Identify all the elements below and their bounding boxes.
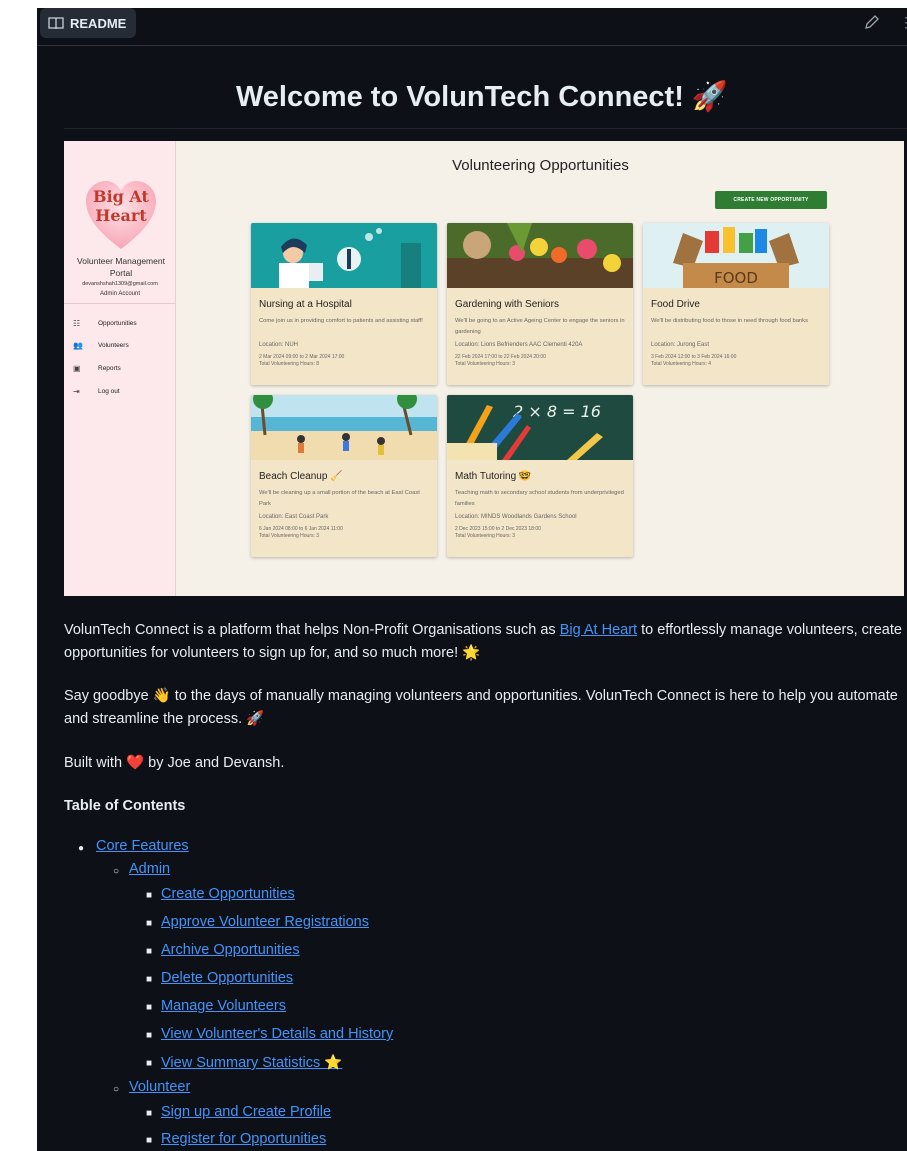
pencil-icon[interactable] [863, 13, 881, 31]
list-icon: ☷ [73, 319, 81, 328]
account-type: Admin Account [99, 291, 141, 297]
svg-text:2 × 8 = 16: 2 × 8 = 16 [513, 402, 601, 421]
card-hours: Total Volunteering Hours: 4 [651, 361, 712, 367]
nurse-illustration [251, 223, 437, 288]
portal-title: Volunteer Management Portal [77, 256, 165, 278]
toc-link-admin-item[interactable]: Manage Volunteers [161, 998, 286, 1014]
toc-link-admin[interactable]: Admin [129, 861, 170, 877]
readme-tab-label: README [70, 15, 127, 31]
bullet-square: ■ [146, 946, 153, 957]
opportunity-card[interactable]: 2 × 8 = 16 Math Tutoring 🤓 Teaching math… [447, 395, 633, 557]
card-date: 2 Mar 2024 09:00 to 2 Mar 2024 17:00 [259, 354, 345, 360]
svg-text:FOOD: FOOD [714, 269, 758, 287]
report-icon: ▣ [73, 364, 81, 373]
sidebar-item-opportunities[interactable]: ☷ Opportunities [64, 318, 176, 332]
card-hours: Total Volunteering Hours: 3 [259, 533, 320, 539]
readme-title: Welcome to VolunTech Connect! 🚀 [235, 81, 729, 113]
opportunity-card[interactable]: Nursing at a Hospital Come join us in pr… [251, 223, 437, 385]
sidebar-item-volunteers[interactable]: 👥 Volunteers [64, 340, 176, 354]
toc-link-admin-item[interactable]: Approve Volunteer Registrations [161, 914, 369, 930]
big-at-heart-link[interactable]: Big At Heart [560, 622, 637, 638]
card-hours: Total Volunteering Hours: 8 [259, 361, 320, 367]
goodbye-paragraph: Say goodbye 👋 to the days of manually ma… [64, 688, 898, 727]
toc-link-volunteer[interactable]: Volunteer [129, 1079, 190, 1095]
toc-link-volunteer-item[interactable]: Register for Opportunities [161, 1131, 326, 1147]
math-chalkboard-photo: 2 × 8 = 16 [447, 395, 633, 460]
card-description: We'll be distributing food to those in n… [651, 318, 808, 324]
card-date: 22 Feb 2024 17:00 to 22 Feb 2024 20:00 [455, 354, 546, 360]
opportunity-card[interactable]: FOOD Food Drive We'll be distributing fo… [643, 223, 829, 385]
app-screenshot: Big At Heart Volunteer Management Portal… [64, 141, 904, 596]
book-icon [48, 17, 64, 30]
toc-heading: Table of Contents [64, 798, 186, 814]
card-title: Beach Cleanup 🧹 [259, 471, 343, 482]
card-location: Location: East Coast Park [259, 514, 329, 520]
readme-tabbar: README ⋮ [37, 8, 907, 46]
account-email: devanshshah1309@gmail.com [82, 281, 158, 287]
bullet-square: ■ [146, 1030, 153, 1041]
sidebar-item-logout[interactable]: ⇥ Log out [64, 386, 176, 400]
bullet-square: ■ [146, 1135, 153, 1146]
card-date: 3 Feb 2024 12:00 to 3 Feb 2024 16:00 [651, 354, 737, 360]
bullet-circle: ○ [113, 1084, 120, 1095]
bullet-square: ■ [146, 918, 153, 929]
beach-illustration [251, 395, 437, 460]
card-title: Math Tutoring 🤓 [455, 471, 532, 482]
opportunity-card[interactable]: Gardening with Seniors We'll be going to… [447, 223, 633, 385]
bullet-square: ■ [146, 1108, 153, 1119]
built-with-paragraph: Built with ❤️ by Joe and Devansh. [64, 755, 285, 771]
toc-link-admin-item[interactable]: View Summary Statistics ⭐ [161, 1054, 342, 1071]
logout-icon: ⇥ [73, 387, 80, 396]
card-title: Gardening with Seniors [455, 299, 559, 310]
toc-link-volunteer-item[interactable]: Sign up and Create Profile [161, 1104, 331, 1120]
toc-link-core-features[interactable]: Core Features [96, 838, 189, 854]
card-title: Nursing at a Hospital [259, 299, 352, 310]
card-date: 6 Jan 2024 08:00 to 6 Jan 2024 11:00 [259, 526, 343, 532]
card-date: 2 Dec 2023 15:00 to 2 Dec 2023 18:00 [455, 526, 541, 532]
more-icon[interactable]: ⋮ [899, 14, 907, 30]
app-page-title: Volunteering Opportunities [452, 157, 629, 174]
bullet-disc: ● [78, 843, 85, 854]
card-location: Location: Lions Befrienders AAC Clementi… [455, 342, 583, 348]
sidebar-divider [64, 303, 176, 304]
toc-link-admin-item[interactable]: View Volunteer's Details and History [161, 1026, 393, 1042]
card-location: Location: MINDS Woodlands Gardens School [455, 514, 577, 520]
title-divider [64, 128, 907, 129]
bullet-square: ■ [146, 890, 153, 901]
intro-paragraph: VolunTech Connect is a platform that hel… [64, 622, 902, 661]
bullet-square: ■ [146, 1002, 153, 1013]
garden-photo [447, 223, 633, 288]
bullet-circle: ○ [113, 866, 120, 877]
sidebar-item-reports[interactable]: ▣ Reports [64, 363, 176, 377]
bullet-square: ■ [146, 974, 153, 985]
opportunity-card[interactable]: Beach Cleanup 🧹 We'll be cleaning up a s… [251, 395, 437, 557]
card-hours: Total Volunteering Hours: 3 [455, 533, 516, 539]
toc-link-admin-item[interactable]: Delete Opportunities [161, 970, 293, 986]
toc-link-admin-item[interactable]: Archive Opportunities [161, 942, 300, 958]
toc-link-admin-item[interactable]: Create Opportunities [161, 886, 295, 902]
create-opportunity-button[interactable]: CREATE NEW OPPORTUNITY [715, 191, 827, 209]
card-title: Food Drive [651, 299, 700, 310]
card-description: Come join us in providing comfort to pat… [259, 318, 423, 324]
card-description: We'll be cleaning up a small portion of … [259, 490, 420, 507]
app-sidebar: Big At Heart Volunteer Management Portal… [64, 141, 176, 596]
logo-text: Big At Heart [93, 187, 149, 225]
card-hours: Total Volunteering Hours: 3 [455, 361, 516, 367]
readme-panel: README ⋮ Welcome to VolunTech Connect! 🚀… [37, 8, 907, 1151]
bullet-square: ■ [146, 1058, 153, 1069]
card-description: We'll be going to an Active Ageing Cente… [455, 318, 625, 335]
card-location: Location: NUH [259, 342, 299, 348]
food-box-illustration: FOOD [643, 223, 829, 288]
card-location: Location: Jurong East [651, 342, 710, 348]
people-icon: 👥 [73, 341, 83, 350]
readme-tab[interactable]: README [40, 8, 137, 38]
card-description: Teaching math to secondary school studen… [455, 490, 624, 507]
